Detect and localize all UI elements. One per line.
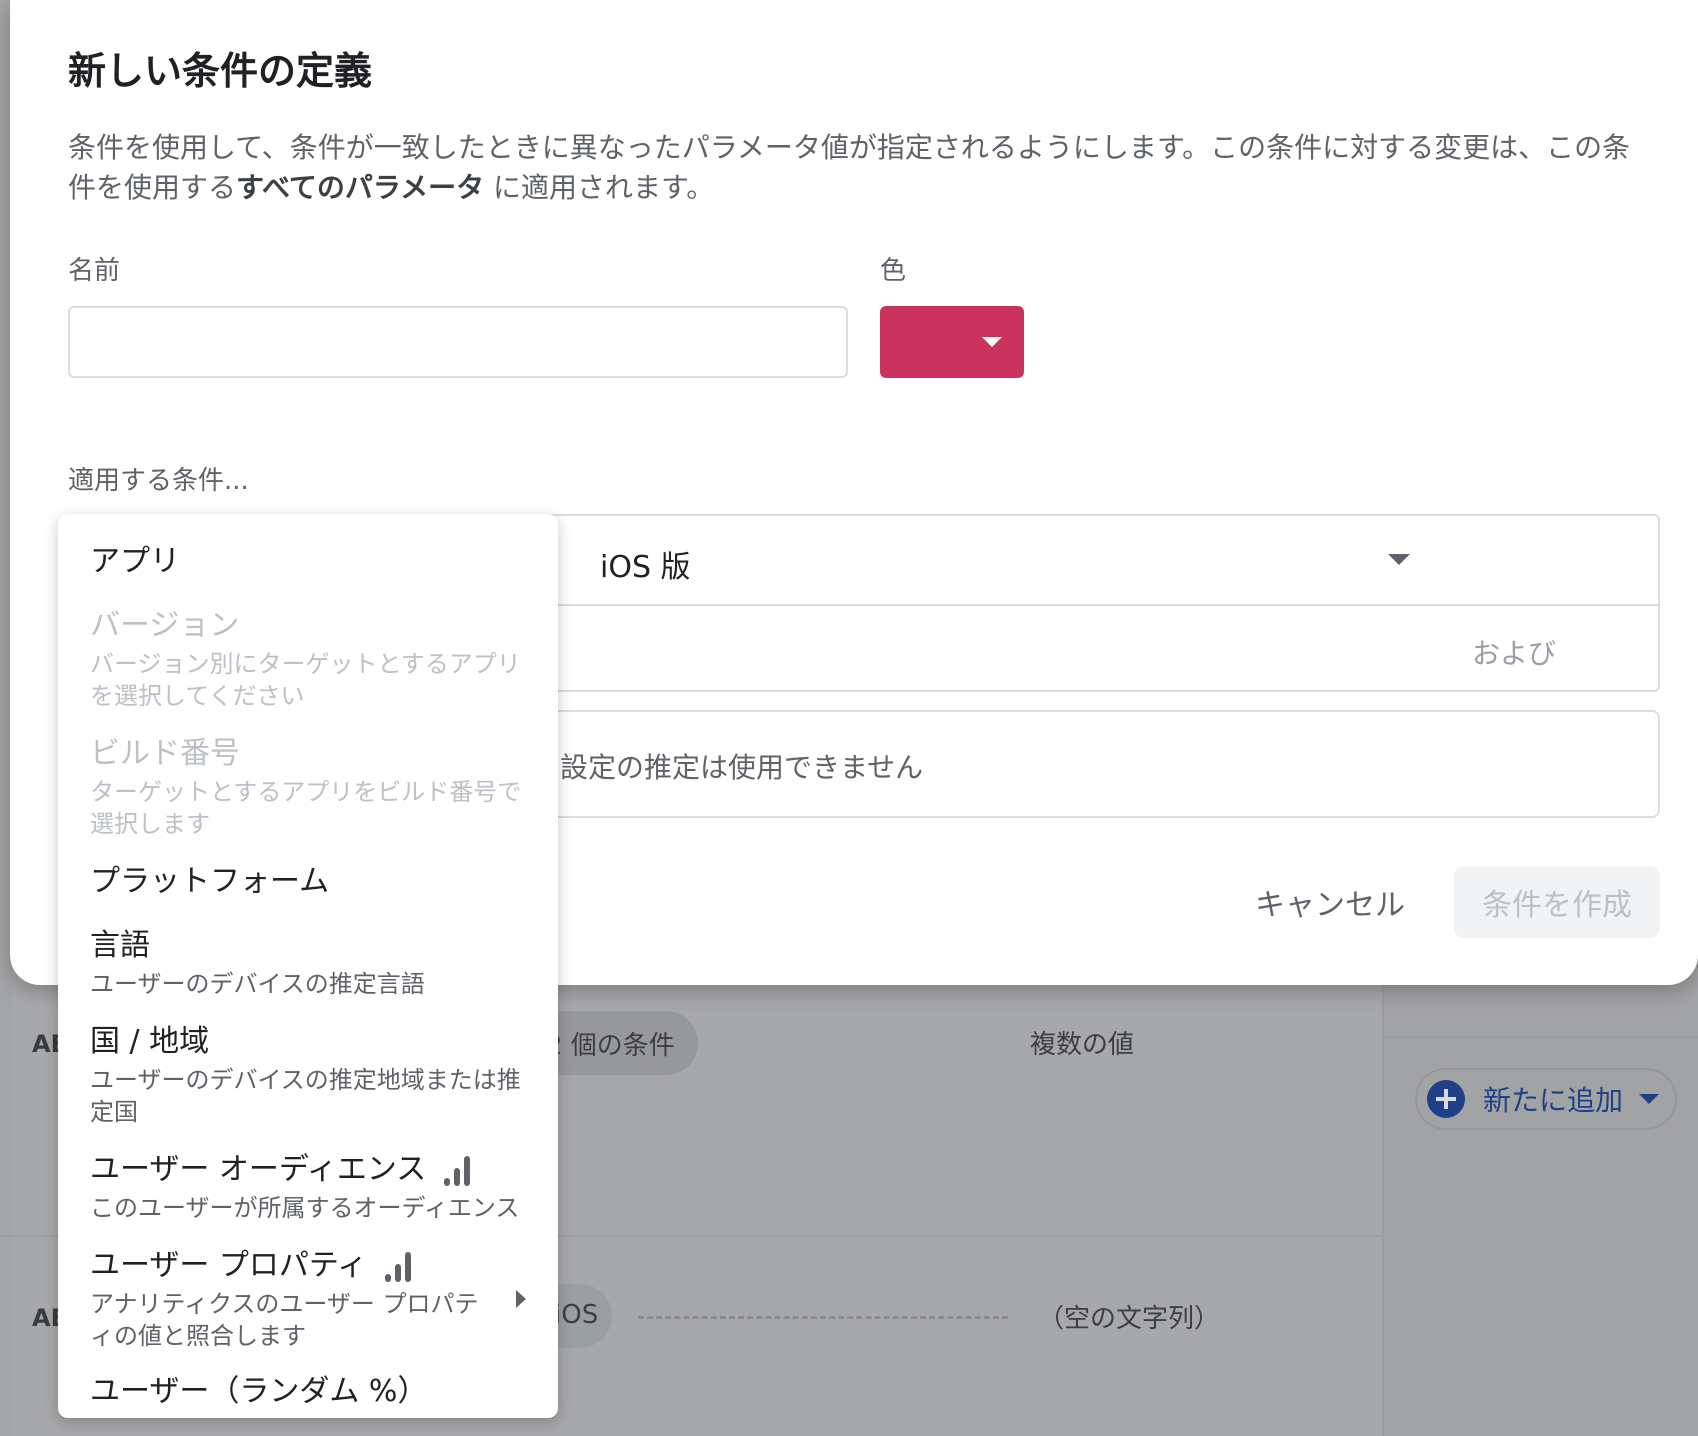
analytics-icon	[385, 1250, 412, 1282]
menu-item-title: ビルド番号	[90, 736, 240, 771]
menu-item-title-row: ユーザー オーディエンス	[90, 1152, 530, 1188]
menu-item-subtitle: ユーザーのデバイスの推定言語	[90, 970, 425, 998]
condition-value-select[interactable]: iOS 版	[600, 542, 691, 586]
menu-item-version: バージョン バージョン別にターゲットとするアプリを選択してください	[90, 608, 530, 712]
create-condition-button[interactable]: 条件を作成	[1454, 866, 1660, 938]
menu-item-title-row: ユーザー プロパティ	[90, 1248, 530, 1284]
menu-item-build-number: ビルド番号 ターゲットとするアプリをビルド番号で選択します	[90, 736, 530, 840]
menu-item-title: アプリ	[90, 544, 180, 579]
dashed-connector	[638, 1316, 1008, 1319]
menu-item-subtitle: このユーザーが所属するオーディエンス	[90, 1194, 520, 1222]
dropdown-arrow-icon[interactable]	[1388, 554, 1410, 565]
condition-type-menu: アプリ バージョン バージョン別にターゲットとするアプリを選択してください ビル…	[58, 514, 558, 1418]
condition-chip-label: iOS	[554, 1300, 599, 1330]
menu-item-subtitle: バージョン別にターゲットとするアプリを選択してください	[90, 650, 521, 710]
analytics-icon	[444, 1154, 471, 1186]
menu-item-platform[interactable]: プラットフォーム	[90, 864, 530, 900]
chevron-right-icon	[516, 1290, 526, 1308]
menu-item-user-property[interactable]: ユーザー プロパティ アナリティクスのユーザー プロパティの値と照合します	[90, 1248, 530, 1352]
chevron-down-icon	[1639, 1094, 1660, 1104]
dialog-description: 条件を使用して、条件が一致したときに異なったパラメータ値が指定されるようにします…	[68, 128, 1658, 208]
menu-item-title: 国 / 地域	[90, 1024, 210, 1059]
description-bold-text: すべてのパラメータ	[236, 171, 485, 204]
menu-item-language[interactable]: 言語 ユーザーのデバイスの推定言語	[90, 928, 530, 1000]
color-picker[interactable]	[880, 306, 1024, 378]
menu-item-subtitle: ユーザーのデバイスの推定地域または推定国	[90, 1066, 521, 1126]
parameter-value: （空の文字列）	[1038, 1304, 1221, 1334]
condition-chip-label: 2 個の条件	[546, 1031, 675, 1061]
menu-item-title: 言語	[90, 928, 150, 963]
and-button[interactable]: および	[1472, 632, 1556, 672]
menu-item-title: バージョン	[90, 608, 240, 643]
name-label: 名前	[68, 256, 121, 286]
menu-item-title: ユーザー オーディエンス	[90, 1152, 427, 1187]
dropdown-arrow-icon	[982, 337, 1002, 347]
cancel-button[interactable]: キャンセル	[1240, 866, 1420, 938]
menu-item-subtitle: アナリティクスのユーザー プロパティの値と照合します	[90, 1290, 479, 1350]
estimate-info-text: 設定の推定は使用できません	[560, 751, 924, 784]
menu-item-user-audience[interactable]: ユーザー オーディエンス このユーザーが所属するオーディエンス	[90, 1152, 530, 1224]
add-new-label: 新たに追加	[1483, 1084, 1624, 1117]
background-divider	[1384, 1036, 1698, 1038]
menu-item-subtitle: ターゲットとするアプリをビルド番号で選択します	[90, 778, 522, 838]
dialog-title: 新しい条件の定義	[68, 49, 373, 93]
menu-item-title: ユーザー（ランダム %）	[90, 1374, 428, 1409]
menu-item-user-random-percent[interactable]: ユーザー（ランダム %）	[90, 1374, 530, 1410]
description-text: に適用されます。	[484, 171, 715, 204]
menu-item-title: プラットフォーム	[90, 864, 330, 899]
menu-item-app[interactable]: アプリ	[90, 544, 530, 580]
apply-conditions-label: 適用する条件...	[68, 466, 249, 496]
plus-icon	[1427, 1080, 1465, 1118]
add-new-button[interactable]: 新たに追加	[1415, 1068, 1677, 1130]
color-label: 色	[880, 256, 907, 286]
parameter-value: 複数の値	[1030, 1030, 1135, 1060]
name-input[interactable]	[68, 306, 848, 378]
menu-item-country-region[interactable]: 国 / 地域 ユーザーのデバイスの推定地域または推定国	[90, 1024, 530, 1128]
menu-item-title: ユーザー プロパティ	[90, 1248, 368, 1283]
